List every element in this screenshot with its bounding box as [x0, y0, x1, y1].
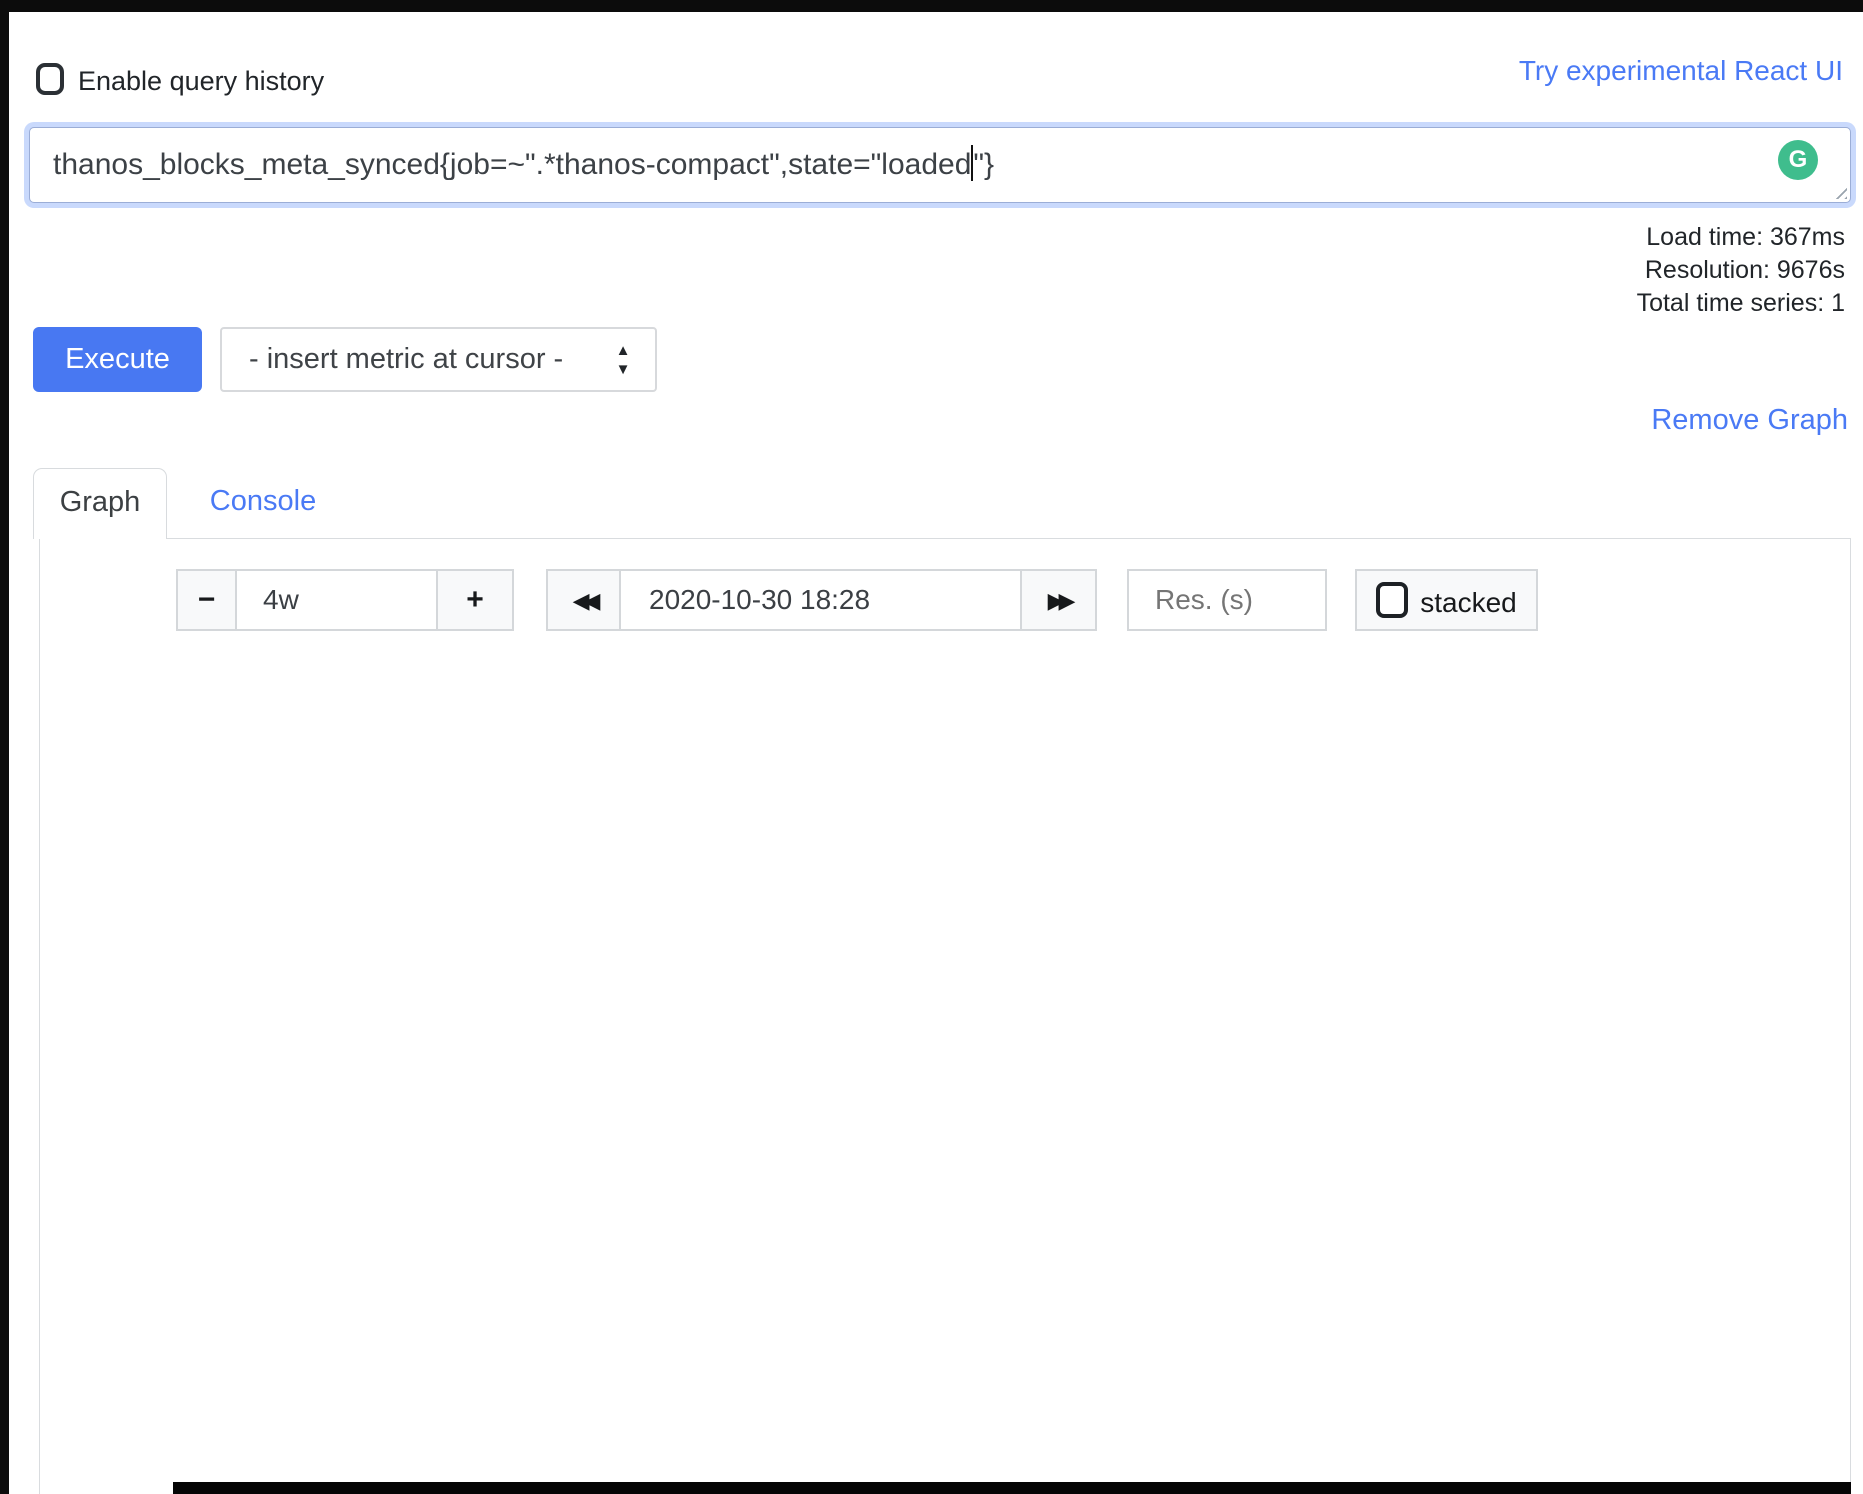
stacked-label: stacked [1420, 587, 1517, 618]
remove-graph-link[interactable]: Remove Graph [1651, 404, 1848, 437]
range-increase-button[interactable]: + [436, 569, 514, 631]
load-time: Load time: 367ms [1637, 221, 1845, 254]
insert-metric-dropdown[interactable]: - insert metric at cursor - ▲ ▼ [220, 327, 657, 392]
insert-metric-dropdown-label: - insert metric at cursor - [249, 343, 563, 375]
query-expression-text: thanos_blocks_meta_synced{job=~".*thanos… [53, 148, 971, 181]
enable-query-history-checkbox[interactable] [36, 63, 64, 95]
query-expression-text-tail: "} [973, 148, 994, 181]
dropdown-arrows-icon: ▲ ▼ [613, 341, 633, 379]
tab-console[interactable]: Console [188, 468, 338, 538]
stacked-checkbox-icon [1376, 582, 1408, 618]
arrow-down-icon: ▼ [616, 361, 631, 378]
arrow-up-icon: ▲ [616, 342, 631, 359]
forward-button[interactable]: ▶▶ [1020, 569, 1097, 631]
datetime-input[interactable] [619, 569, 1022, 631]
query-expression-input[interactable]: thanos_blocks_meta_synced{job=~".*thanos… [29, 127, 1851, 203]
grammarly-icon[interactable]: G [1778, 140, 1818, 180]
graph-panel [39, 538, 1851, 1494]
query-stats: Load time: 367ms Resolution: 9676s Total… [1637, 221, 1845, 320]
resolution: Resolution: 9676s [1637, 254, 1845, 287]
tab-graph[interactable]: Graph [33, 468, 167, 539]
rewind-button[interactable]: ◀◀ [546, 569, 621, 631]
bottom-legend-edge [173, 1482, 1851, 1494]
range-input[interactable] [235, 569, 438, 631]
range-decrease-button[interactable]: − [176, 569, 237, 631]
resolution-input[interactable] [1127, 569, 1327, 631]
stacked-toggle-button[interactable]: stacked [1355, 569, 1538, 631]
try-react-ui-link[interactable]: Try experimental React UI [1519, 55, 1843, 87]
textarea-resize-handle[interactable] [1830, 182, 1847, 199]
execute-button[interactable]: Execute [33, 327, 202, 392]
total-time-series: Total time series: 1 [1637, 287, 1845, 320]
enable-query-history-label: Enable query history [78, 66, 324, 97]
